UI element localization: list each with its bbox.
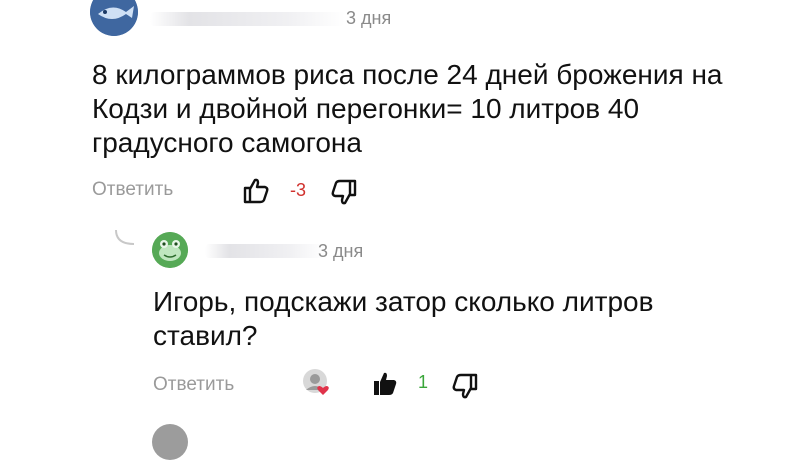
- reply-button[interactable]: Ответить: [92, 179, 173, 201]
- comment-text-line: Игорь, подскажи затор сколько литров: [153, 286, 654, 317]
- thumbs-up-icon[interactable]: [242, 176, 270, 204]
- comment-text-line: градусного самогона: [92, 127, 362, 158]
- user-avatar[interactable]: [152, 232, 188, 268]
- user-avatar[interactable]: [90, 0, 138, 36]
- fish-avatar-icon: [90, 0, 138, 36]
- comment-text: 8 килограммов риса после 24 дней брожени…: [92, 58, 723, 160]
- thumbs-up-filled-icon[interactable]: [371, 369, 399, 397]
- comment-text-line: 8 килограммов риса после 24 дней брожени…: [92, 59, 723, 90]
- reply-button[interactable]: Ответить: [153, 374, 234, 396]
- comment-time: 3 дня: [318, 241, 364, 261]
- thumbs-down-icon[interactable]: [330, 179, 358, 207]
- author-name-blurred: [205, 244, 325, 258]
- rating-count: -3: [290, 180, 307, 200]
- next-comment-avatar[interactable]: [152, 424, 188, 460]
- liked-by-author-icon: [303, 369, 329, 395]
- thumbs-down-icon[interactable]: [451, 373, 479, 401]
- author-name-blurred: [150, 12, 345, 26]
- comment-time: 3 дня: [346, 8, 392, 28]
- rating-count: 1: [418, 372, 429, 392]
- frog-avatar-icon: [152, 232, 188, 268]
- comment-text: Игорь, подскажи затор сколько литров ста…: [153, 285, 653, 353]
- comment-text-line: ставил?: [153, 320, 258, 351]
- thread-connector-icon: [115, 229, 135, 245]
- comment-text-line: Кодзи и двойной перегонки= 10 литров 40: [92, 93, 640, 124]
